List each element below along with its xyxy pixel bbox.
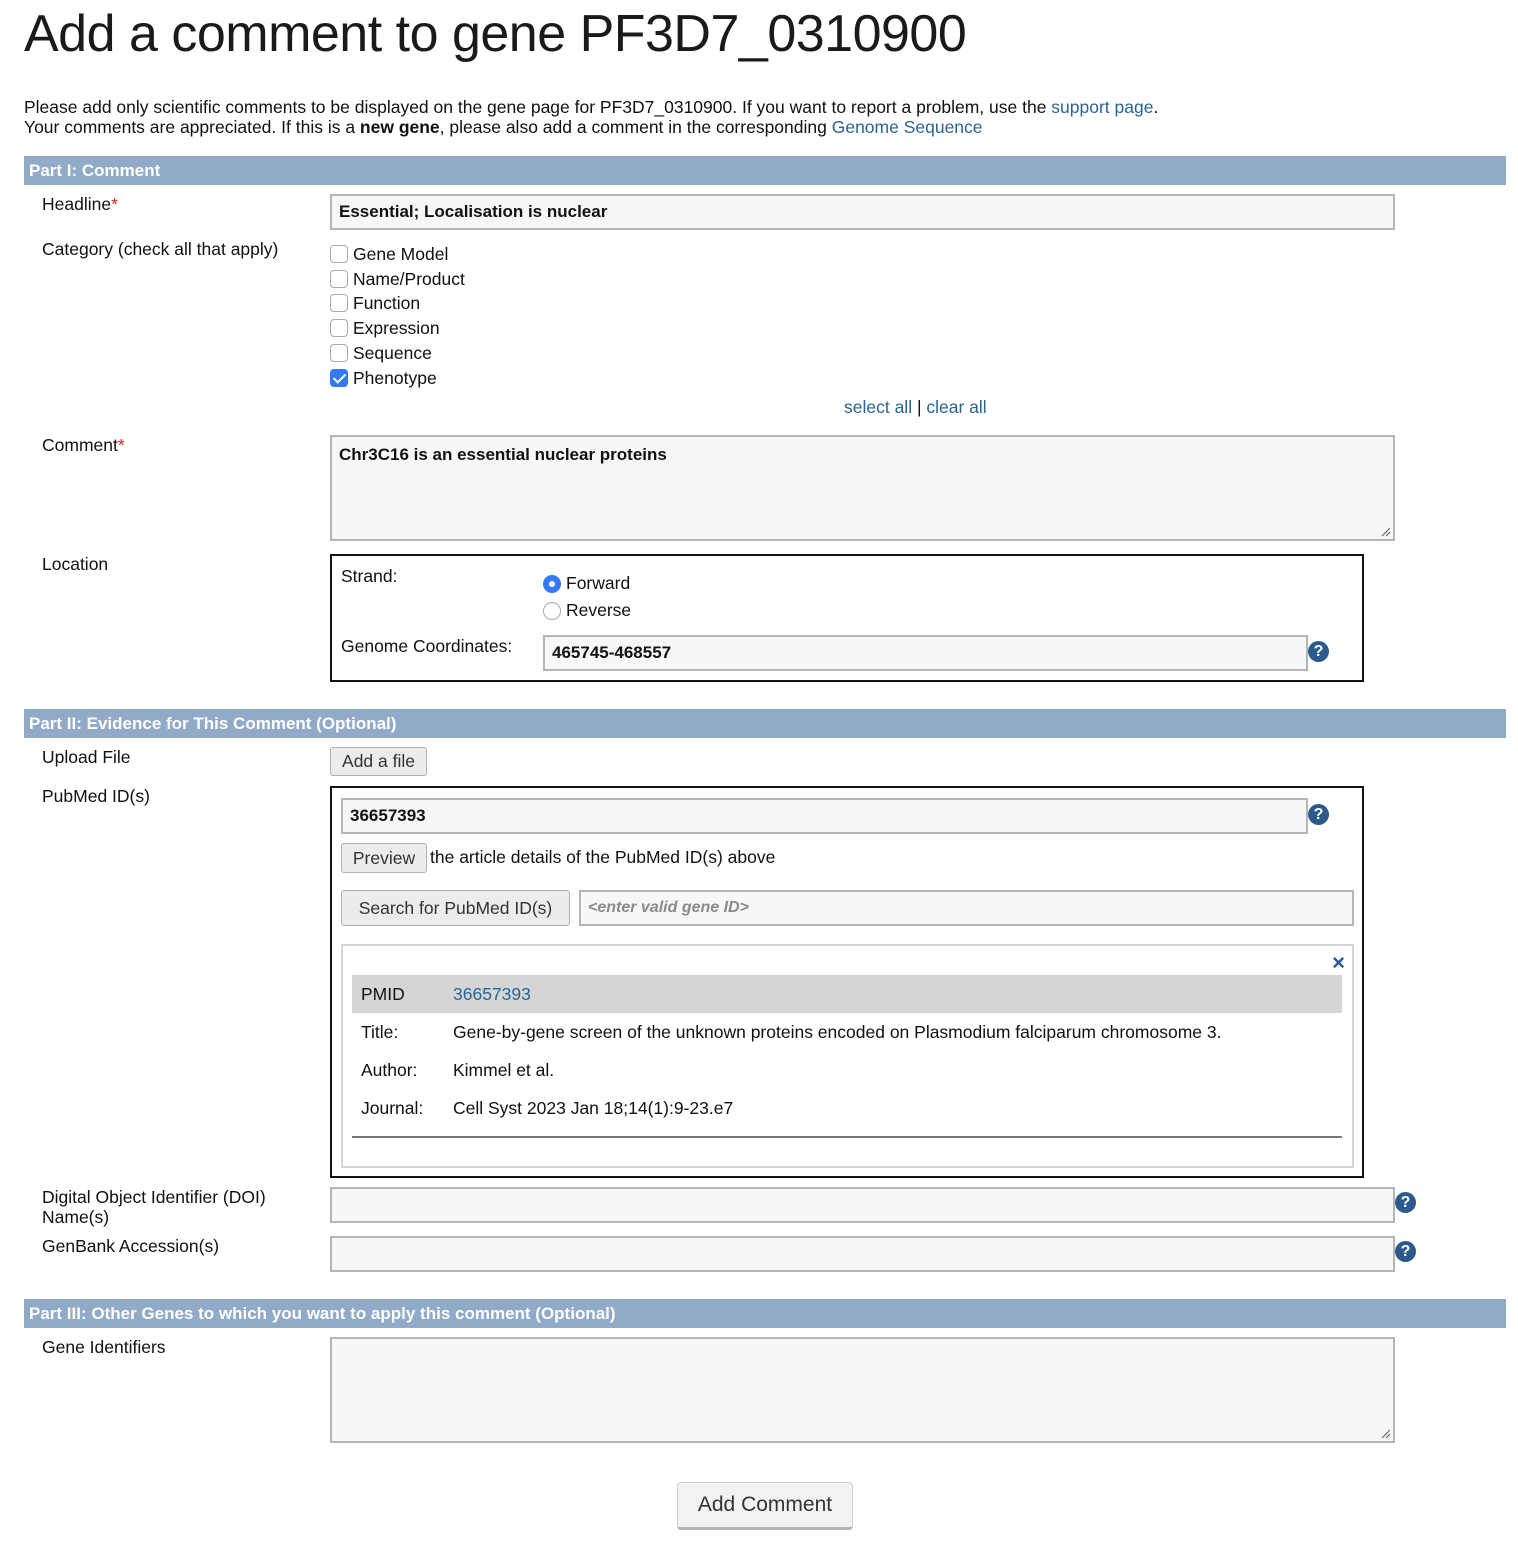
category-checkbox[interactable]: [330, 294, 348, 312]
required-mark: *: [117, 435, 125, 455]
strand-reverse-label: Reverse: [566, 600, 632, 620]
select-all-link[interactable]: select all: [844, 397, 912, 417]
category-sequence[interactable]: Sequence: [330, 342, 432, 364]
genbank-input[interactable]: [330, 1236, 1395, 1272]
genbank-help-icon[interactable]: ?: [1395, 1241, 1416, 1262]
resize-grip-icon[interactable]: [1379, 525, 1391, 537]
part2-header: Part II: Evidence for This Comment (Opti…: [24, 709, 1506, 738]
article-author-row: Author: Kimmel et al.: [352, 1051, 1342, 1089]
part3-header: Part III: Other Genes to which you want …: [24, 1299, 1506, 1328]
category-function[interactable]: Function: [330, 292, 420, 314]
pubmed-label: PubMed ID(s): [42, 786, 150, 806]
page-title: Add a comment to gene PF3D7_0310900: [24, 5, 967, 63]
category-checkbox[interactable]: [330, 270, 348, 288]
part1-header: Part I: Comment: [24, 156, 1506, 185]
category-option-label: Expression: [353, 317, 440, 338]
genome-sequence-link[interactable]: Genome Sequence: [832, 117, 983, 137]
resize-grip-icon[interactable]: [1379, 1427, 1391, 1439]
add-comment-button[interactable]: Add Comment: [677, 1482, 853, 1530]
category-option-label: Phenotype: [353, 367, 437, 388]
doi-help-icon[interactable]: ?: [1395, 1192, 1416, 1213]
strand-forward-label: Forward: [566, 573, 631, 593]
intro-line2-mid: , please also add a comment in the corre…: [439, 117, 832, 137]
upload-label: Upload File: [42, 747, 131, 767]
intro-text: Please add only scientific comments to b…: [24, 97, 1158, 137]
comment-label: Comment*: [42, 435, 125, 455]
strand-forward-option[interactable]: Forward: [543, 573, 630, 594]
title-key: Title:: [361, 1021, 399, 1042]
category-checkbox[interactable]: [330, 344, 348, 362]
required-mark: *: [111, 194, 118, 214]
preview-text: the article details of the PubMed ID(s) …: [430, 847, 776, 867]
radio-reverse[interactable]: [543, 601, 561, 620]
radio-forward[interactable]: [543, 574, 561, 593]
comment-value: Chr3C16 is an essential nuclear proteins: [339, 445, 667, 464]
category-checkbox-checked[interactable]: [330, 369, 348, 387]
close-icon[interactable]: ×: [1332, 952, 1345, 974]
clear-all-link[interactable]: clear all: [926, 397, 986, 417]
intro-line1: Please add only scientific comments to b…: [24, 97, 1052, 117]
article-title-row: Title: Gene-by-gene screen of the unknow…: [352, 1013, 1342, 1051]
doi-input[interactable]: [330, 1187, 1395, 1223]
headline-label-text: Headline: [42, 194, 112, 214]
pmid-key: PMID: [361, 983, 405, 1004]
headline-input[interactable]: Essential; Localisation is nuclear: [330, 194, 1395, 230]
journal-value: Cell Syst 2023 Jan 18;14(1):9-23.e7: [453, 1097, 734, 1118]
doi-label-line2: Name(s): [42, 1207, 110, 1227]
category-phenotype[interactable]: Phenotype: [330, 367, 437, 389]
select-separator: |: [916, 397, 922, 417]
pubmed-input[interactable]: 36657393: [341, 798, 1308, 834]
add-file-button[interactable]: Add a file: [330, 747, 427, 776]
coords-label: Genome Coordinates:: [341, 636, 513, 656]
coords-help-icon[interactable]: ?: [1308, 641, 1329, 662]
strand-label: Strand:: [341, 566, 398, 586]
category-gene-model[interactable]: Gene Model: [330, 243, 448, 265]
pubmed-help-icon[interactable]: ?: [1308, 804, 1329, 825]
intro-line2: Your comments are appreciated. If this i…: [24, 117, 360, 137]
gene-id-search-input[interactable]: <enter valid gene ID>: [579, 890, 1354, 926]
gene-ids-label: Gene Identifiers: [42, 1337, 166, 1357]
category-option-label: Name/Product: [353, 268, 465, 289]
category-checkbox[interactable]: [330, 245, 348, 263]
strand-reverse-option[interactable]: Reverse: [543, 600, 631, 621]
coords-input[interactable]: 465745-468557: [543, 635, 1308, 671]
intro-line1-end: .: [1153, 97, 1159, 117]
category-expression[interactable]: Expression: [330, 317, 440, 339]
article-journal-row: Journal: Cell Syst 2023 Jan 18;14(1):9-2…: [352, 1089, 1342, 1127]
comment-textarea[interactable]: Chr3C16 is an essential nuclear proteins: [330, 435, 1395, 541]
intro-new-gene: new gene: [359, 117, 440, 137]
comment-label-text: Comment: [42, 435, 118, 455]
category-label: Category (check all that apply): [42, 239, 279, 259]
category-option-label: Gene Model: [353, 243, 449, 264]
gene-ids-textarea[interactable]: [330, 1337, 1395, 1443]
category-option-label: Function: [353, 292, 421, 313]
location-label: Location: [42, 554, 109, 574]
search-pubmed-button[interactable]: Search for PubMed ID(s): [341, 890, 570, 926]
doi-label-line1: Digital Object Identifier (DOI): [42, 1187, 266, 1207]
article-divider: [352, 1136, 1342, 1138]
headline-label: Headline*: [42, 194, 118, 214]
select-controls: select all | clear all: [844, 397, 987, 418]
category-option-label: Sequence: [353, 342, 432, 363]
preview-button[interactable]: Preview: [341, 843, 427, 873]
category-checkbox[interactable]: [330, 319, 348, 337]
doi-label: Digital Object Identifier (DOI) Name(s): [42, 1187, 266, 1227]
location-box: Strand: Forward Reverse Genome Coordinat…: [330, 554, 1364, 682]
support-page-link[interactable]: support page: [1051, 97, 1153, 117]
title-value: Gene-by-gene screen of the unknown prote…: [453, 1021, 1222, 1042]
genbank-label: GenBank Accession(s): [42, 1236, 220, 1256]
author-key: Author:: [361, 1059, 418, 1080]
category-name-product[interactable]: Name/Product: [330, 268, 465, 290]
article-pmid-row: PMID 36657393: [352, 975, 1342, 1013]
author-value: Kimmel et al.: [453, 1059, 555, 1080]
journal-key: Journal:: [361, 1097, 424, 1118]
pmid-link[interactable]: 36657393: [453, 984, 1342, 1005]
